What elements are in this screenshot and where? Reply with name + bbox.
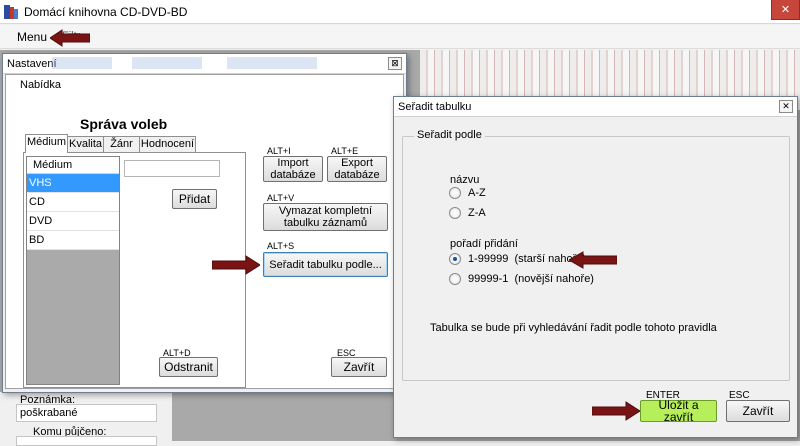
- tab-rating[interactable]: Hodnocení: [139, 136, 196, 152]
- radio-a-z-label: A-Z: [468, 187, 486, 199]
- sort-close-button[interactable]: Zavřít: [726, 400, 790, 422]
- annotation-arrow-icon: [212, 255, 260, 275]
- tab-genre[interactable]: Žánr: [103, 136, 140, 152]
- radio-z-a[interactable]: Z-A: [449, 207, 486, 219]
- sort-title-bar: Seřadit tabulku ✕: [394, 97, 797, 117]
- list-item-bd[interactable]: BD: [27, 231, 119, 250]
- sort-close-icon[interactable]: ✕: [779, 100, 793, 113]
- radio-z-a-button[interactable]: [449, 207, 461, 219]
- radio-ascending[interactable]: 1-99999 (starší nahoře): [449, 253, 586, 265]
- sort-table-button[interactable]: Seřadit tabulku podle...: [263, 252, 388, 277]
- new-medium-input[interactable]: [124, 160, 220, 177]
- lent-to-field[interactable]: [16, 436, 157, 446]
- import-shortcut-hint: ALT+I: [267, 146, 291, 156]
- medium-list-header: Médium: [27, 157, 119, 174]
- radio-ascending-button[interactable]: [449, 253, 461, 265]
- app-close-button[interactable]: ✕: [771, 0, 800, 20]
- annotation-arrow-icon: [592, 401, 640, 421]
- tab-quality[interactable]: Kvalita: [67, 136, 104, 152]
- radio-a-z[interactable]: A-Z: [449, 187, 486, 199]
- menu-item-menu[interactable]: Menu: [12, 29, 52, 45]
- tab-medium[interactable]: Médium: [25, 134, 68, 153]
- import-database-button[interactable]: Import databáze: [263, 156, 323, 182]
- sort-window-title: Seřadit tabulku: [398, 101, 472, 113]
- radio-descending-label: 99999-1 (novější nahoře): [468, 273, 594, 285]
- export-shortcut-hint: ALT+E: [331, 146, 359, 156]
- order-label: pořadí přidání: [450, 238, 518, 250]
- settings-close-button[interactable]: Zavřít: [331, 357, 387, 377]
- list-item-cd[interactable]: CD: [27, 193, 119, 212]
- name-label: názvu: [450, 174, 480, 186]
- offer-label: Nabídka: [20, 79, 61, 91]
- note-field[interactable]: poškrabané: [16, 404, 157, 422]
- settings-close-icon[interactable]: ⊠: [388, 57, 402, 70]
- list-item-dvd[interactable]: DVD: [27, 212, 119, 231]
- sort-group-label: Seřadit podle: [414, 129, 485, 141]
- radio-z-a-label: Z-A: [468, 207, 486, 219]
- radio-descending[interactable]: 99999-1 (novější nahoře): [449, 273, 594, 285]
- annotation-arrow-icon: [569, 251, 617, 269]
- add-button[interactable]: Přidat: [172, 189, 217, 209]
- app-title: Domácí knihovna CD-DVD-BD: [24, 5, 188, 19]
- annotation-arrow-icon: [50, 29, 90, 47]
- ghosted-toolbar-buttons: [52, 57, 317, 69]
- sort-shortcut-hint: ALT+S: [267, 241, 295, 251]
- export-database-button[interactable]: Export databáze: [327, 156, 387, 182]
- radio-descending-button[interactable]: [449, 273, 461, 285]
- app-icon: [4, 5, 18, 19]
- save-and-close-button[interactable]: Uložit a zavřít: [640, 399, 717, 423]
- clear-table-button[interactable]: Vymazat kompletní tabulku záznamů: [263, 203, 388, 231]
- settings-window-title: Nastavení: [7, 58, 57, 70]
- list-item-vhs[interactable]: VHS: [27, 174, 119, 193]
- clear-shortcut-hint: ALT+V: [267, 193, 295, 203]
- section-title: Správa voleb: [80, 116, 168, 132]
- radio-a-z-button[interactable]: [449, 187, 461, 199]
- sort-info-text: Tabulka se bude při vyhledávání řadit po…: [430, 322, 717, 334]
- remove-button[interactable]: Odstranit: [159, 357, 218, 377]
- menu-bar: [0, 25, 800, 49]
